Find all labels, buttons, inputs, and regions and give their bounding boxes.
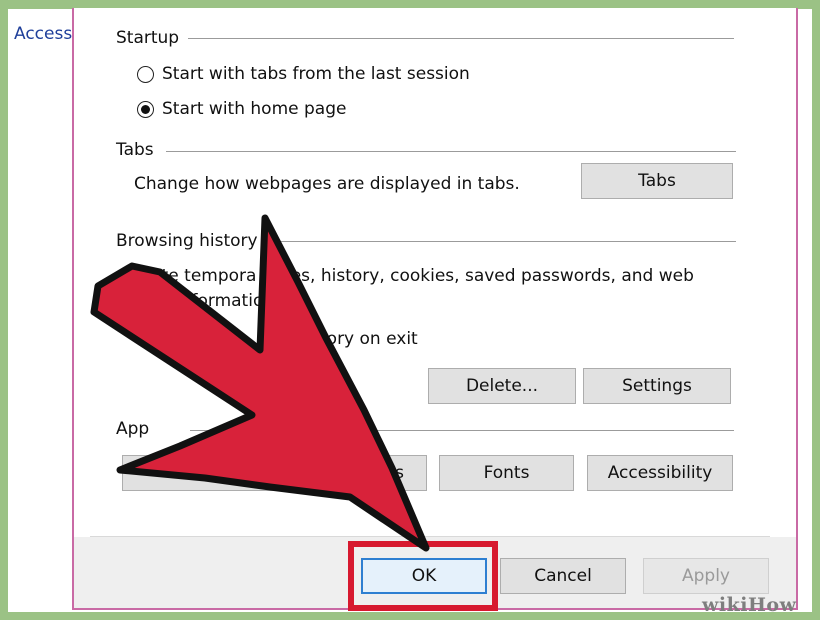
fonts-button[interactable]: Fonts [439, 455, 574, 491]
delete-button[interactable]: Delete... [428, 368, 576, 404]
browsing-history-title: Browsing history [116, 231, 266, 251]
history-line1-right: les, history, cookies, saved passwords, … [286, 266, 694, 286]
radio-last-session-label: Start with tabs from the last session [162, 64, 470, 84]
radio-button-selected[interactable] [137, 100, 154, 118]
left-cropped-text: Access [14, 24, 73, 44]
appearance-partial-button-label: s [395, 463, 404, 483]
radio-last-session[interactable]: Start with tabs from the last session [137, 64, 470, 84]
wikihow-watermark: wikiHow [702, 594, 797, 616]
apply-button[interactable]: Apply [643, 558, 769, 594]
appearance-divider [190, 430, 734, 431]
radio-home-page-label: Start with home page [162, 99, 347, 119]
history-line2: informatio [176, 291, 264, 311]
tabs-description: Change how webpages are displayed in tab… [134, 174, 520, 194]
radio-selected-dot [141, 104, 150, 114]
ok-highlight-box [348, 541, 498, 611]
appearance-title: App [116, 419, 158, 439]
history-line1-left: elete tempora [136, 266, 257, 286]
tabs-button[interactable]: Tabs [581, 163, 733, 199]
tabs-divider [166, 151, 736, 152]
appearance-partial-button[interactable]: s [122, 455, 427, 491]
radio-button-unselected[interactable] [137, 65, 154, 83]
radio-home-page[interactable]: Start with home page [137, 99, 346, 119]
history-line3-left: bro [219, 329, 247, 349]
startup-divider [188, 38, 734, 39]
cancel-button[interactable]: Cancel [500, 558, 626, 594]
settings-button[interactable]: Settings [583, 368, 731, 404]
history-line3-right: tory on exit [320, 329, 418, 349]
startup-title: Startup [116, 28, 188, 48]
tabs-title: Tabs [116, 140, 162, 160]
browsing-history-divider [262, 241, 736, 242]
accessibility-button[interactable]: Accessibility [587, 455, 733, 491]
